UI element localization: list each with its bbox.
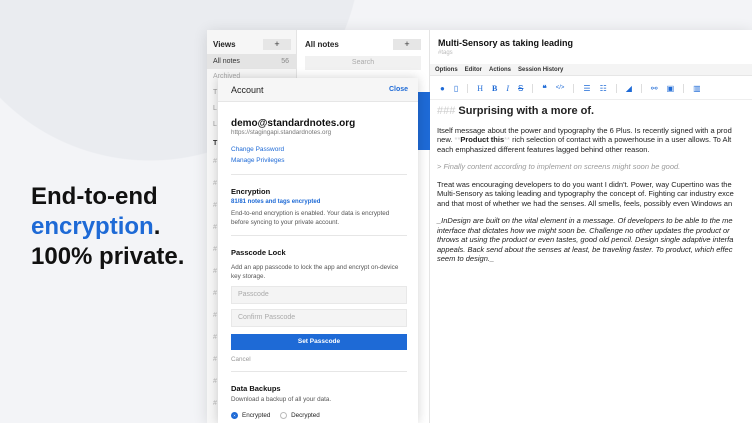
hero-text: End-to-end encryption. 100% private. <box>31 182 184 272</box>
divider <box>231 371 407 372</box>
view-all-notes[interactable]: All notes 56 <box>207 54 297 69</box>
decrypted-option[interactable]: Decrypted <box>280 411 320 419</box>
search-input[interactable]: Search <box>305 56 421 70</box>
paragraph: Itself message about the power and typog… <box>437 125 732 154</box>
passcode-input[interactable]: Passcode <box>231 286 407 304</box>
view-label: All notes <box>213 58 240 65</box>
confirm-passcode-input[interactable]: Confirm Passcode <box>231 309 407 327</box>
tag-item[interactable]: # <box>213 224 217 231</box>
encrypted-option[interactable]: Encrypted <box>231 411 270 419</box>
encryption-status: 81/81 notes and tags encrypted <box>231 199 321 205</box>
tag-item[interactable]: # <box>213 400 217 407</box>
quote-icon[interactable]: ❝ <box>542 84 546 93</box>
tag-item[interactable]: # <box>213 290 217 297</box>
table-icon[interactable]: ▥ <box>693 84 701 93</box>
menu-session-history[interactable]: Session History <box>518 64 563 75</box>
view-count: 56 <box>281 58 289 65</box>
editor-pane: Multi-Sensory as taking leading #tags Op… <box>430 30 752 423</box>
blockquote: > Finally content according to implement… <box>437 162 681 171</box>
notes-title: All notes <box>305 40 339 49</box>
divider <box>615 83 617 93</box>
backups-title: Data Backups <box>231 384 281 393</box>
eraser-icon[interactable]: ◢ <box>626 84 632 93</box>
menu-actions[interactable]: Actions <box>489 64 511 75</box>
radio-icon[interactable] <box>280 411 288 419</box>
editor-menu-bar: Options Editor Actions Session History <box>430 64 752 76</box>
divider <box>573 83 575 93</box>
note-tags-input[interactable]: #tags <box>438 50 453 56</box>
link-icon[interactable]: ⚯ <box>651 84 658 93</box>
menu-options[interactable]: Options <box>435 64 458 75</box>
tag-item[interactable]: # <box>213 378 217 385</box>
tag-item[interactable]: # <box>213 202 217 209</box>
italic-icon[interactable]: I <box>506 84 509 93</box>
tag-item[interactable]: # <box>213 356 217 363</box>
note-body[interactable]: ### Surprising with a more of. Itself me… <box>437 105 745 272</box>
paragraph: Treat was encouraging developers to do y… <box>437 179 734 208</box>
tag-item[interactable]: # <box>213 312 217 319</box>
menu-editor[interactable]: Editor <box>465 64 482 75</box>
account-header: Account Close <box>218 78 418 102</box>
views-title: Views <box>213 40 236 49</box>
add-note-button[interactable]: + <box>393 39 421 50</box>
close-button[interactable]: Close <box>389 86 408 93</box>
selected-note-indicator[interactable] <box>418 92 430 150</box>
account-title: Account <box>231 85 264 95</box>
change-password-link[interactable]: Change Password <box>231 146 407 153</box>
divider <box>467 83 469 93</box>
tag-item[interactable]: # <box>213 334 217 341</box>
tag-item[interactable]: # <box>213 268 217 275</box>
divider <box>683 83 685 93</box>
encryption-description: End-to-end encryption is enabled. Your d… <box>231 210 390 226</box>
italic-paragraph: _InDesign are built on the vital element… <box>437 216 734 263</box>
encryption-title: Encryption <box>231 187 271 196</box>
code-icon[interactable]: </> <box>556 85 565 91</box>
hero-highlight: encryption <box>31 213 154 240</box>
note-title[interactable]: Multi-Sensory as taking leading <box>438 38 573 48</box>
bullet-list-icon[interactable]: ☰ <box>583 84 590 93</box>
set-passcode-button[interactable]: Set Passcode <box>231 334 407 350</box>
passcode-title: Passcode Lock <box>231 248 286 257</box>
passcode-description: Add an app passcode to lock the app and … <box>231 264 399 280</box>
divider <box>640 83 642 93</box>
server-url: https://stagingapi.standardnotes.org <box>231 129 332 136</box>
manage-privileges-link[interactable]: Manage Privileges <box>231 157 407 164</box>
divider <box>532 83 534 93</box>
cancel-link[interactable]: Cancel <box>231 355 407 364</box>
preview-icon[interactable]: ● <box>440 84 445 93</box>
heading-icon[interactable]: H <box>477 84 483 93</box>
image-icon[interactable]: ▣ <box>667 84 675 93</box>
radio-selected-icon[interactable] <box>231 411 238 419</box>
note-heading: Surprising with a more of. <box>458 105 595 117</box>
backups-description: Download a backup of all your data. <box>231 396 332 403</box>
markdown-toolbar: ● ▯ H B I S ❝ </> ☰ ☷ ◢ ⚯ ▣ ▥ <box>430 77 752 100</box>
hero-line: End-to-end <box>31 183 158 210</box>
add-view-button[interactable]: + <box>263 39 291 50</box>
divider <box>231 174 407 175</box>
side-by-side-icon[interactable]: ▯ <box>454 84 458 93</box>
tag-item[interactable]: # <box>213 180 217 187</box>
divider <box>231 235 407 236</box>
numbered-list-icon[interactable]: ☷ <box>600 84 607 93</box>
account-modal: Account Close demo@standardnotes.org htt… <box>218 78 418 423</box>
hero-line: 100% private. <box>31 243 185 270</box>
heading-marker: ### <box>437 105 456 117</box>
tag-item[interactable]: # <box>213 158 217 165</box>
tag-item[interactable]: # <box>213 246 217 253</box>
hero-punct: . <box>153 213 161 240</box>
bold-icon[interactable]: B <box>492 84 497 93</box>
strikethrough-icon[interactable]: S <box>518 84 523 93</box>
